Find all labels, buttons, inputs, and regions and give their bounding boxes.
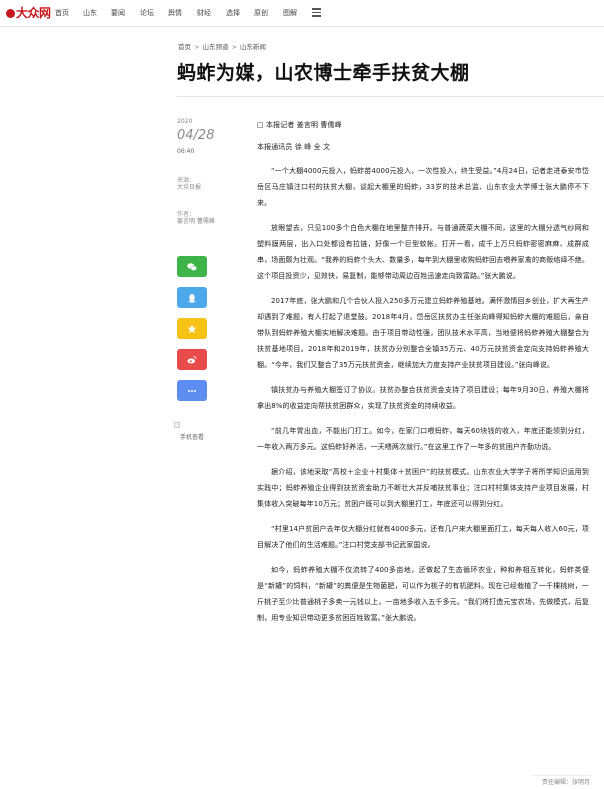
article-paragraph: “一个大棚4000元投入，蚂蚱苗4000元投入，一次性投入，终生受益。”4月24… [257, 167, 589, 207]
nav-item-sentiment[interactable]: 舆情 [168, 7, 182, 19]
publish-date: 04/28 [177, 128, 215, 143]
nav-item-original[interactable]: 原创 [254, 7, 268, 19]
article-paragraph: 放眼望去，只见100多个白色大棚在地里整齐排开。与普通蔬菜大棚不同，这里的大棚分… [257, 224, 589, 280]
article-paragraph: 如今，蚂蚱养殖大棚不仅流转了400多亩地，还做起了生态循环农业，种和养相互转化，… [257, 566, 589, 622]
qq-icon [188, 293, 196, 302]
site-logo[interactable]: 大众网 [6, 4, 51, 23]
top-navigation-bar: 大众网 首页 山东 要闻 论坛 舆情 财经 选择 原创 图解 [0, 0, 604, 27]
weibo-icon [187, 355, 197, 363]
article-paragraph: 据介绍，该地采取“高校＋企业＋村集体＋贫困户”的扶贫模式。山东农业大学学子将所学… [257, 468, 589, 508]
share-weibo-button[interactable] [177, 349, 207, 370]
nav-item-select[interactable]: 选择 [226, 7, 240, 19]
article-paragraph: “前几年胃出血，不能出门打工。如今，在家门口喂蚂蚱，每天60块钱的收入，年底还能… [257, 427, 589, 451]
breadcrumb-home[interactable]: 首页 [178, 43, 191, 51]
article-body: □ 本报记者 姜言明 曹儒峰 本报通讯员 徐 峰 全 文 “一个大棚4000元投… [257, 117, 589, 635]
share-wechat-button[interactable] [177, 256, 207, 277]
logo-mark-icon [6, 9, 15, 18]
correspondent-line: 本报通讯员 徐 峰 全 文 [257, 143, 331, 151]
more-icon [188, 389, 196, 392]
share-qq-button[interactable] [177, 287, 207, 308]
nav-item-shandong[interactable]: 山东 [83, 7, 97, 19]
publish-year: 2020 [177, 118, 193, 125]
article-paragraph: 2017年底，张大鹏和几个合伙人投入250多万元建立蚂蚱养殖基地。满怀激情回乡创… [257, 297, 589, 369]
nav-item-forum[interactable]: 论坛 [140, 7, 154, 19]
reporter-line: □ 本报记者 姜言明 曹儒峰 [257, 121, 342, 129]
article-paragraph: 镇扶贫办与养殖大棚签订了协议。扶贫办整合扶贫资金支持了项目建设；每年9月30日，… [257, 386, 589, 410]
share-more-button[interactable] [177, 380, 207, 401]
author-label: 作者： [177, 211, 196, 218]
logo-text: 大众网 [16, 6, 51, 20]
wechat-icon [187, 262, 197, 271]
source-label: 来源： [177, 177, 196, 184]
breadcrumb-channel[interactable]: 山东频道 [202, 43, 228, 51]
article-paragraph: “村里14户贫困户去年仅大棚分红就有4000多元，还有几户来大棚里面打工，每天每… [257, 525, 589, 549]
footer-divider [531, 775, 591, 776]
nav-item-news[interactable]: 要闻 [111, 7, 125, 19]
author-value: 姜言明 曹儒峰 [177, 218, 215, 225]
qzone-icon [187, 324, 197, 333]
article-title: 蚂蚱为媒，山农博士牵手扶贫大棚 [177, 62, 470, 84]
nav-item-finance[interactable]: 财经 [197, 7, 211, 19]
source-value: 大众日报 [177, 184, 202, 191]
mobile-qr-image [174, 422, 180, 428]
nav-item-home[interactable]: 首页 [55, 7, 69, 19]
hamburger-menu-icon[interactable] [312, 8, 321, 17]
breadcrumb-separator: > [194, 43, 200, 51]
publish-time: 06:40 [177, 148, 195, 155]
mobile-view-label[interactable]: 手机查看 [180, 432, 204, 441]
breadcrumb-section[interactable]: 山东新闻 [240, 43, 266, 51]
breadcrumb-separator: > [231, 43, 237, 51]
nav-item-graphics[interactable]: 图解 [283, 7, 297, 19]
title-divider [177, 96, 604, 97]
responsible-editor: 责任编辑：张明月 [541, 779, 590, 786]
breadcrumb: 首页 > 山东频道 > 山东新闻 [178, 41, 266, 51]
share-qzone-button[interactable] [177, 318, 207, 339]
